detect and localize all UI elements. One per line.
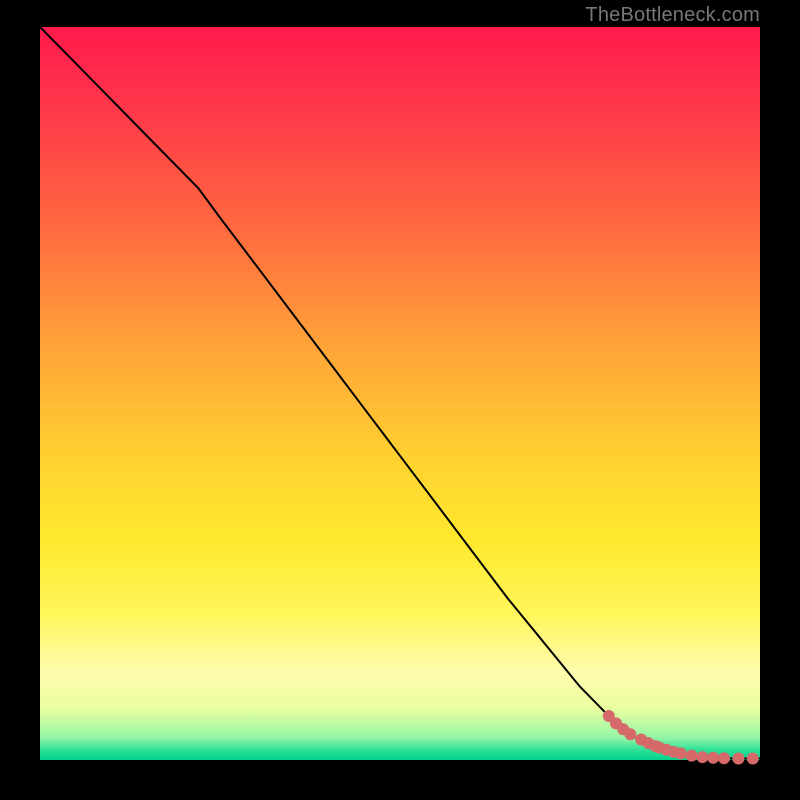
- data-point: [696, 751, 708, 763]
- data-point: [675, 747, 687, 759]
- data-point: [747, 753, 759, 765]
- data-points: [603, 710, 759, 765]
- data-point: [686, 750, 698, 762]
- source-label: TheBottleneck.com: [585, 4, 760, 27]
- chart-frame: TheBottleneck.com: [0, 0, 800, 800]
- data-point: [624, 728, 636, 740]
- plot-area: [40, 27, 760, 760]
- data-point: [707, 752, 719, 764]
- bottleneck-curve: [40, 27, 760, 759]
- data-point: [718, 752, 730, 764]
- data-point: [732, 753, 744, 765]
- chart-overlay: [40, 27, 760, 760]
